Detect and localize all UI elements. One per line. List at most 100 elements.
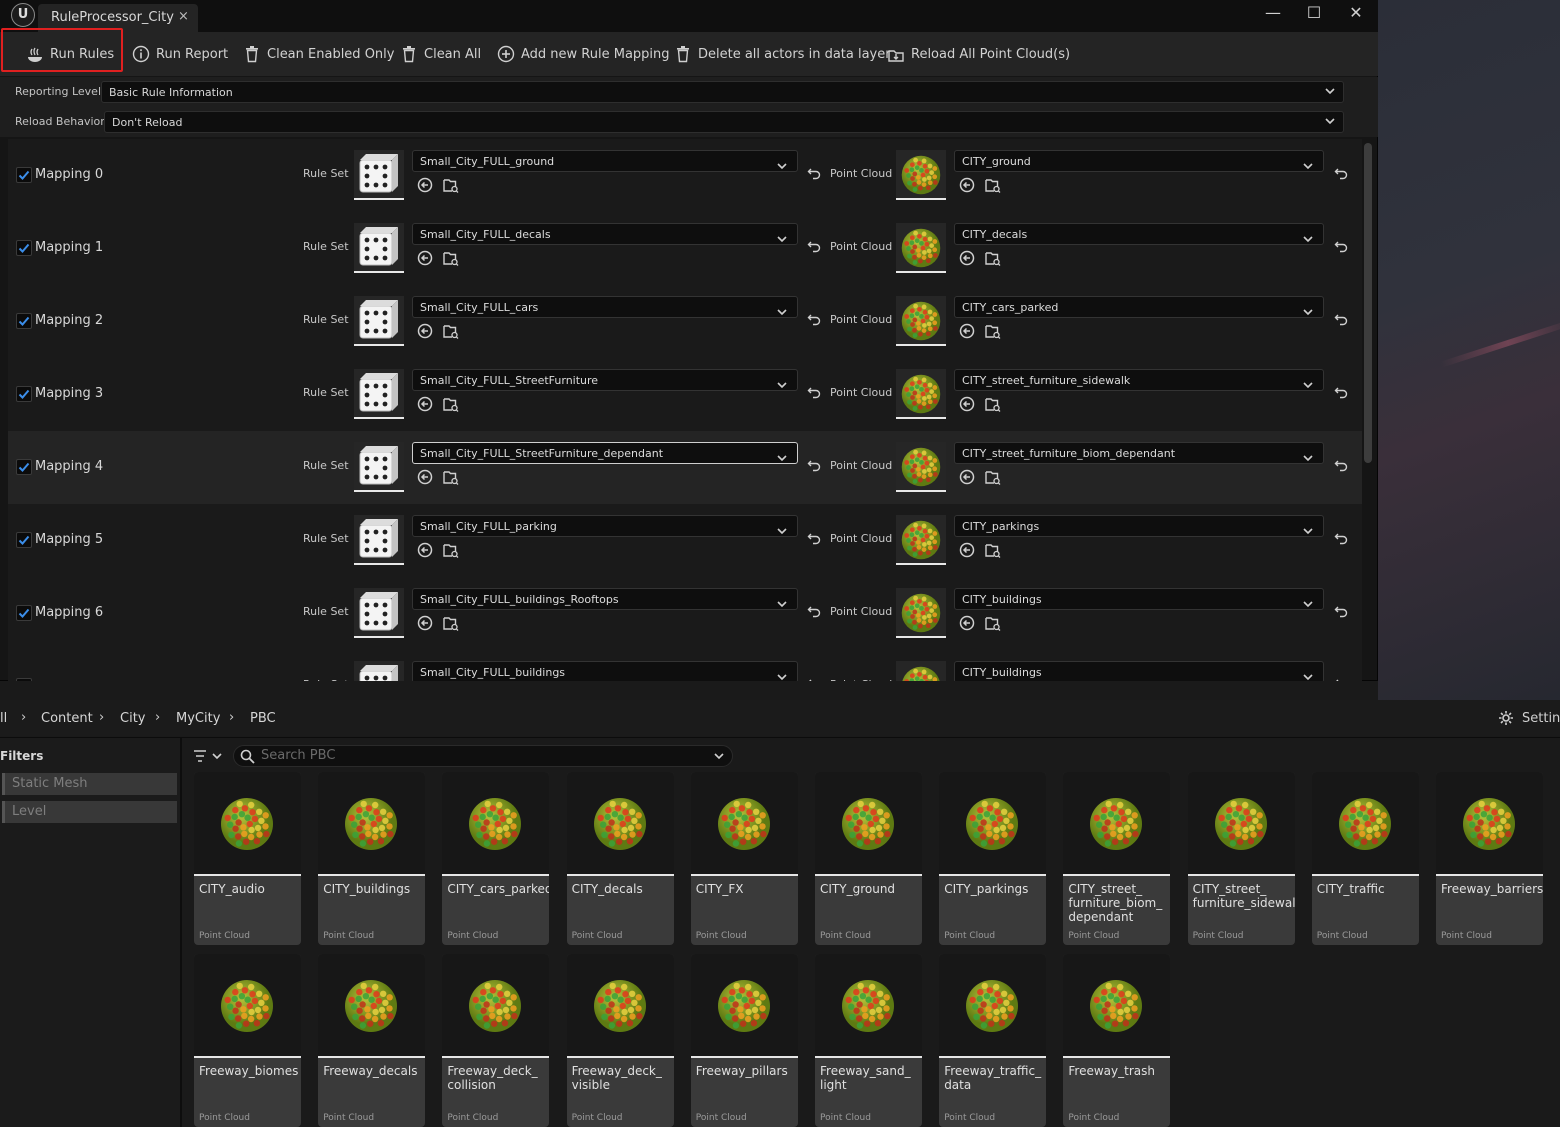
point-cloud-thumbnail[interactable] [896,515,946,565]
mapping-enabled-checkbox[interactable] [16,313,32,329]
maximize-button[interactable]: ☐ [1294,2,1334,26]
asset-tile[interactable]: CITY_decals Point Cloud [566,772,674,945]
mapping-row[interactable]: Mapping 4 Rule Set Small_City_FULL_StreetF… [8,431,1362,504]
rule-set-thumbnail[interactable] [354,223,404,273]
use-selected-icon[interactable] [959,615,975,631]
asset-tile[interactable]: Freeway_decals Point Cloud [318,954,426,1127]
title-bar[interactable]: U RuleProcessor_City × — ☐ ✕ [0,0,1378,32]
mapping-row[interactable]: Mapping 0 Rule Set Small_City_FULL_ground P… [8,139,1362,212]
chevron-down-icon[interactable] [714,751,724,761]
mapping-row[interactable]: Rule Set Small_City_FULL_buildings Point C… [8,650,1362,681]
filter-options-icon[interactable] [192,747,226,765]
asset-tile[interactable]: Freeway_barriers Point Cloud [1436,772,1543,945]
run-report-button[interactable]: Run Report [132,42,228,66]
browse-asset-icon[interactable] [985,469,1001,485]
mapping-enabled-checkbox[interactable] [16,678,32,681]
point-cloud-picker[interactable]: CITY_cars_parked [954,296,1324,318]
browse-asset-icon[interactable] [443,615,459,631]
asset-tile[interactable]: Freeway_deck_ collision Point Cloud [442,954,550,1127]
use-selected-icon[interactable] [959,250,975,266]
mapping-row[interactable]: Mapping 6 Rule Set Small_City_FULL_buildin… [8,577,1362,650]
use-selected-icon[interactable] [417,542,433,558]
rule-set-picker[interactable]: Small_City_FULL_ground [412,150,798,172]
point-cloud-thumbnail[interactable] [896,588,946,638]
reset-arrow-icon[interactable] [807,677,821,681]
point-cloud-picker[interactable]: CITY_buildings [954,661,1324,681]
use-selected-icon[interactable] [959,177,975,193]
point-cloud-picker[interactable]: CITY_decals [954,223,1324,245]
rule-set-thumbnail[interactable] [354,661,404,681]
point-cloud-thumbnail[interactable] [896,661,946,681]
use-selected-icon[interactable] [417,250,433,266]
point-cloud-picker[interactable]: CITY_street_furniture_sidewalk [954,369,1324,391]
rule-set-thumbnail[interactable] [354,150,404,200]
close-window-button[interactable]: ✕ [1336,2,1376,26]
filter-level[interactable]: Level [2,801,177,823]
mapping-row[interactable]: Mapping 1 Rule Set Small_City_FULL_decals P… [8,212,1362,285]
point-cloud-picker[interactable]: CITY_parkings [954,515,1324,537]
browse-asset-icon[interactable] [985,323,1001,339]
point-cloud-thumbnail[interactable] [896,296,946,346]
rule-set-thumbnail[interactable] [354,369,404,419]
browse-asset-icon[interactable] [443,469,459,485]
mapping-enabled-checkbox[interactable] [16,605,32,621]
rule-set-thumbnail[interactable] [354,296,404,346]
point-cloud-thumbnail[interactable] [896,369,946,419]
use-selected-icon[interactable] [417,469,433,485]
rule-set-picker[interactable]: Small_City_FULL_StreetFurniture_dependan… [412,442,798,464]
reset-arrow-icon[interactable] [1334,531,1348,545]
delete-actors-button[interactable]: Delete all actors in data layer [674,42,891,66]
asset-tile[interactable]: Freeway_biomes Point Cloud [194,954,301,1127]
browse-asset-icon[interactable] [443,250,459,266]
use-selected-icon[interactable] [959,323,975,339]
asset-tile[interactable]: CITY_parkings Point Cloud [939,772,1047,945]
asset-tile[interactable]: CITY_traffic Point Cloud [1311,772,1419,945]
point-cloud-picker[interactable]: CITY_buildings [954,588,1324,610]
use-selected-icon[interactable] [959,542,975,558]
reset-arrow-icon[interactable] [1334,458,1348,472]
reset-arrow-icon[interactable] [1334,677,1348,681]
rule-set-thumbnail[interactable] [354,442,404,492]
rule-set-picker[interactable]: Small_City_FULL_StreetFurniture [412,369,798,391]
mapping-row[interactable]: Mapping 2 Rule Set Small_City_FULL_cars Poi… [8,285,1362,358]
asset-tile[interactable]: CITY_FX Point Cloud [690,772,798,945]
asset-tile[interactable]: Freeway_pillars Point Cloud [690,954,798,1127]
mapping-list-scrollbar[interactable] [1364,143,1372,463]
reset-arrow-icon[interactable] [807,239,821,253]
breadcrumb-city[interactable]: City [120,711,145,726]
browse-asset-icon[interactable] [443,396,459,412]
clean-enabled-only-button[interactable]: Clean Enabled Only [243,42,394,66]
use-selected-icon[interactable] [959,396,975,412]
asset-tile[interactable]: Freeway_trash Point Cloud [1063,954,1171,1127]
reset-arrow-icon[interactable] [807,458,821,472]
reporting-level-dropdown[interactable]: Basic Rule Information [101,81,1344,103]
asset-tile[interactable]: CITY_cars_parked Point Cloud [442,772,550,945]
browse-asset-icon[interactable] [443,177,459,193]
reset-arrow-icon[interactable] [807,385,821,399]
filter-static-mesh[interactable]: Static Mesh [2,773,177,795]
clean-all-button[interactable]: Clean All [400,42,481,66]
browse-asset-icon[interactable] [443,323,459,339]
mapping-enabled-checkbox[interactable] [16,532,32,548]
asset-tile[interactable]: Freeway_sand_ light Point Cloud [815,954,922,1127]
mapping-enabled-checkbox[interactable] [16,386,32,402]
reset-arrow-icon[interactable] [807,166,821,180]
reset-arrow-icon[interactable] [1334,166,1348,180]
reload-behavior-dropdown[interactable]: Don't Reload [104,111,1344,133]
browse-asset-icon[interactable] [985,615,1001,631]
reset-arrow-icon[interactable] [807,531,821,545]
reset-arrow-icon[interactable] [807,312,821,326]
browse-asset-icon[interactable] [985,177,1001,193]
mapping-enabled-checkbox[interactable] [16,240,32,256]
browse-asset-icon[interactable] [985,250,1001,266]
settings-button[interactable]: Setting [1498,710,1560,726]
asset-tile[interactable]: Freeway_traffic_ data Point Cloud [939,954,1047,1127]
reset-arrow-icon[interactable] [1334,604,1348,618]
reset-arrow-icon[interactable] [1334,239,1348,253]
point-cloud-thumbnail[interactable] [896,223,946,273]
rule-set-picker[interactable]: Small_City_FULL_decals [412,223,798,245]
point-cloud-picker[interactable]: CITY_ground [954,150,1324,172]
use-selected-icon[interactable] [959,469,975,485]
rule-set-picker[interactable]: Small_City_FULL_buildings [412,661,798,681]
asset-tile[interactable]: CITY_street_ furniture_sidewalk Point Clo… [1187,772,1295,945]
